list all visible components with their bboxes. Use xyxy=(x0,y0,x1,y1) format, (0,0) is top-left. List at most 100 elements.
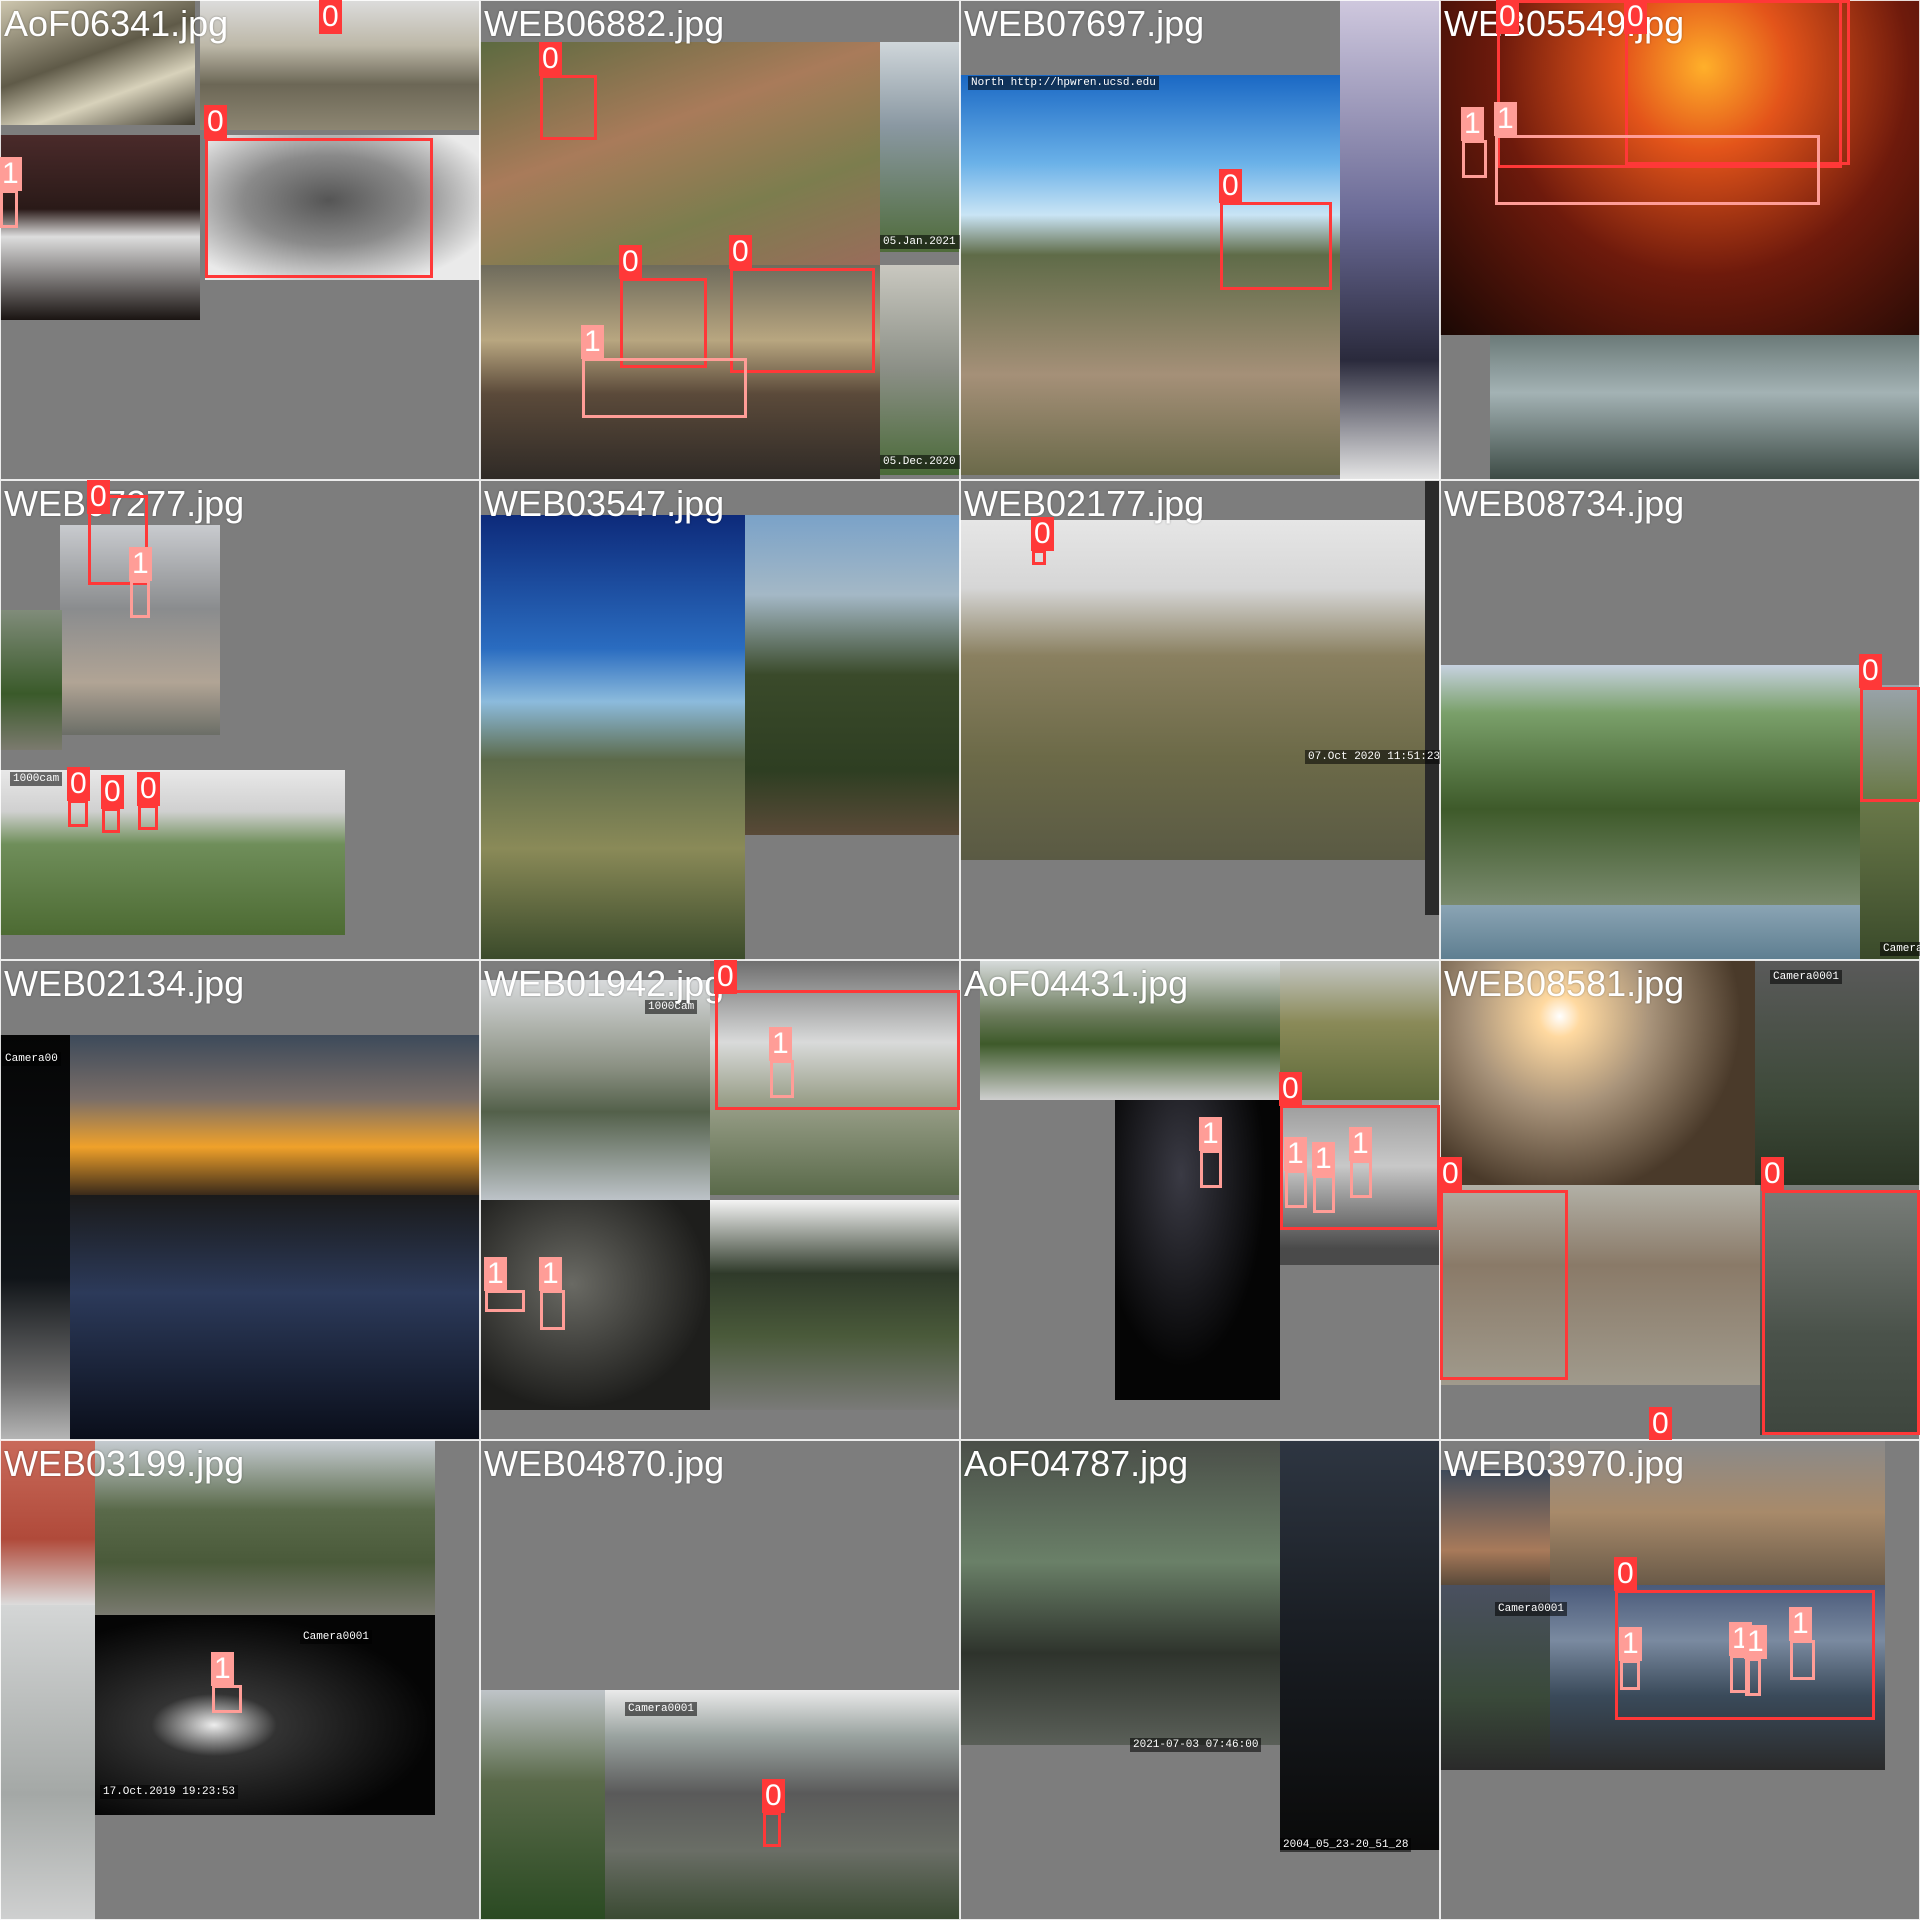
fire-class-label: 1 xyxy=(1494,102,1517,136)
tile-image xyxy=(0,135,200,320)
smoke-class-label: 0 xyxy=(762,1779,785,1813)
fire-class-label: 1 xyxy=(1789,1607,1812,1641)
tile-image xyxy=(0,1035,70,1440)
camera-timestamp: Camera0001 xyxy=(625,1702,698,1716)
tile-image xyxy=(70,1035,480,1195)
mosaic-tile: 0 WEB08734.jpg Camera0 xyxy=(1440,480,1920,960)
smoke-class-label: 0 xyxy=(714,960,737,994)
fire-class-label: 1 xyxy=(0,157,22,191)
smoke-class-label: 0 xyxy=(1031,517,1054,551)
camera-timestamp: 05.Dec.2020 12:31:48 xyxy=(880,455,960,469)
smoke-box xyxy=(68,800,88,827)
smoke-box xyxy=(620,278,707,368)
tile-filename: WEB02134.jpg xyxy=(4,963,245,1004)
tile-image xyxy=(1280,960,1440,1100)
tile-image xyxy=(1280,1440,1440,1850)
mosaic-tile: 0 1 1 1 1 AoF04431.jpg xyxy=(960,960,1440,1440)
mosaic-tile: 0 0 0 WEB08581.jpg Camera0001 xyxy=(1440,960,1920,1440)
tile-image xyxy=(1490,335,1920,480)
tile-filename: WEB08734.jpg xyxy=(1444,483,1685,524)
mosaic-tile: WEB02134.jpg Camera00 xyxy=(0,960,480,1440)
fire-box xyxy=(212,1685,242,1713)
mosaic-tile: 1 WEB03199.jpg Camera0001 17.Oct.2019 19:23… xyxy=(0,1440,480,1920)
smoke-box xyxy=(138,805,158,830)
smoke-box xyxy=(763,1812,781,1847)
tile-image xyxy=(745,515,960,835)
fire-box xyxy=(1620,1660,1640,1690)
smoke-box xyxy=(1220,202,1332,290)
fire-class-label: 1 xyxy=(581,325,604,359)
fire-box xyxy=(0,190,18,228)
fire-box xyxy=(582,358,747,418)
tile-filename: AoF04787.jpg xyxy=(964,1443,1189,1484)
smoke-class-label: 0 xyxy=(1649,1407,1672,1440)
mosaic-tile: 0 1 1 1 1 WEB03970.jpg Camera0001 xyxy=(1440,1440,1920,1920)
fire-box xyxy=(1462,140,1487,178)
smoke-class-label: 0 xyxy=(539,42,562,76)
tile-filename: AoF06341.jpg xyxy=(4,3,229,44)
fire-class-label: 1 xyxy=(1744,1625,1767,1659)
mosaic-tile: 0 0 0 1 WEB06882.jpg 05.Jan.2021 13:15:15 05.D… xyxy=(480,0,960,480)
fire-box xyxy=(1790,1640,1815,1680)
camera-timestamp: 2021-07-03 07:46:00 xyxy=(1130,1738,1262,1752)
tile-image xyxy=(880,42,960,252)
camera-timestamp: 17.Oct.2019 19:23:53 xyxy=(100,1785,239,1799)
tile-image xyxy=(1440,665,1860,905)
tile-filename: WEB03199.jpg xyxy=(4,1443,245,1484)
tile-image xyxy=(960,520,1425,860)
smoke-class-label: 0 xyxy=(1624,0,1647,34)
camera-timestamp: 05.Jan.2021 13:15:15 xyxy=(880,235,960,249)
tile-image xyxy=(1425,480,1440,915)
fire-class-label: 1 xyxy=(211,1652,234,1686)
camera-timestamp: Camera0001 xyxy=(300,1630,373,1644)
smoke-box xyxy=(1762,1190,1920,1435)
mosaic-tile: 0 1 0 0 0 WEB07277.jpg 1000cam xyxy=(0,480,480,960)
fire-class-label: 1 xyxy=(1312,1142,1335,1176)
mosaic-tile: AoF04787.jpg 2021-07-03 07:46:00 2004_05_2… xyxy=(960,1440,1440,1920)
fire-box xyxy=(130,580,150,618)
mosaic-tile: 0 WEB02177.jpg 07.Oct 2020 11:51:23 xyxy=(960,480,1440,960)
tile-filename: WEB06882.jpg xyxy=(484,3,725,44)
tile-image xyxy=(880,265,960,475)
tile-image xyxy=(1440,905,1860,960)
fire-class-label: 1 xyxy=(1199,1117,1222,1151)
fire-class-label: 1 xyxy=(1461,107,1484,141)
smoke-class-label: 0 xyxy=(619,245,642,279)
tile-filename: WEB02177.jpg xyxy=(964,483,1205,524)
fire-box xyxy=(1745,1658,1761,1696)
fire-box xyxy=(1313,1175,1335,1213)
smoke-class-label: 0 xyxy=(101,775,124,809)
fire-box xyxy=(1285,1170,1307,1208)
fire-class-label: 1 xyxy=(484,1257,507,1291)
smoke-box xyxy=(540,75,597,140)
tile-filename: WEB08581.jpg xyxy=(1444,963,1685,1004)
tile-image xyxy=(1440,1470,1550,1585)
fire-class-label: 1 xyxy=(769,1027,792,1061)
fire-class-label: 1 xyxy=(539,1257,562,1291)
mosaic-tile: 0 0 1 1 WEB05549.jpg xyxy=(1440,0,1920,480)
smoke-box xyxy=(1032,550,1046,565)
smoke-class-label: 0 xyxy=(1279,1072,1302,1106)
mosaic-tile: 0 WEB07697.jpg North http://hpwren.ucsd.ed… xyxy=(960,0,1440,480)
smoke-box xyxy=(205,138,433,278)
fire-box xyxy=(1495,135,1820,205)
tile-image xyxy=(1755,960,1920,1185)
fire-class-label: 1 xyxy=(1619,1627,1642,1661)
smoke-class-label: 0 xyxy=(1496,0,1519,34)
smoke-class-label: 0 xyxy=(1440,1157,1462,1191)
smoke-class-label: 0 xyxy=(1859,654,1882,688)
smoke-class-label: 0 xyxy=(137,772,160,806)
fire-class-label: 1 xyxy=(129,547,152,581)
fire-box xyxy=(1350,1160,1372,1198)
camera-timestamp: North http://hpwren.ucsd.edu xyxy=(968,76,1159,90)
camera-timestamp: Camera0 xyxy=(1880,942,1920,956)
smoke-class-label: 0 xyxy=(319,0,342,34)
camera-timestamp: 1000cam xyxy=(10,772,63,786)
mosaic-tile: 0 WEB04870.jpg Camera0001 xyxy=(480,1440,960,1920)
smoke-class-label: 0 xyxy=(1761,1157,1784,1191)
fire-box xyxy=(485,1290,525,1312)
smoke-class-label: 0 xyxy=(67,767,90,801)
camera-timestamp: Camera0001 xyxy=(1770,970,1843,984)
camera-timestamp: Camera00 xyxy=(2,1052,61,1066)
tile-image xyxy=(480,515,745,960)
